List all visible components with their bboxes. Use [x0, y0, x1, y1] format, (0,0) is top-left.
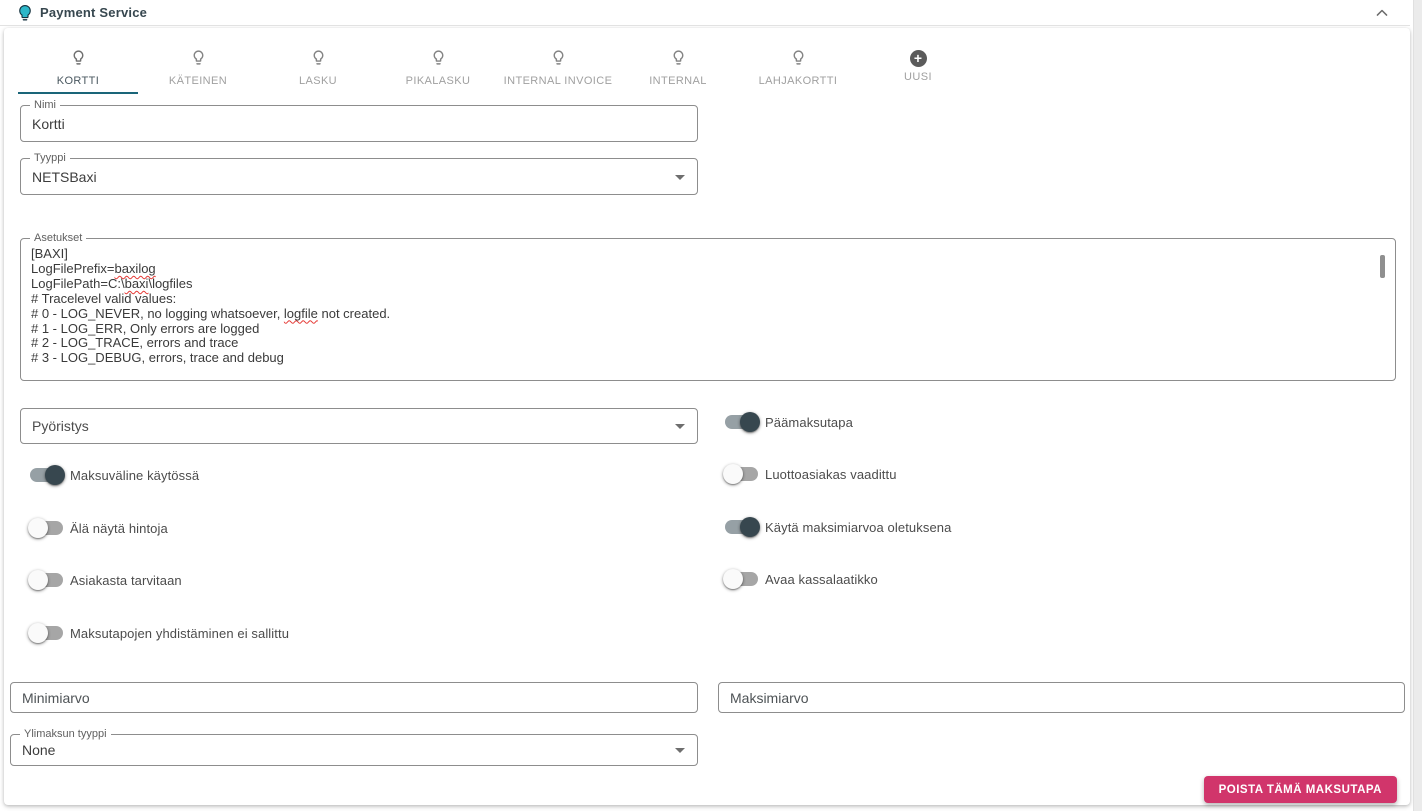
settings-text[interactable]: [BAXI] LogFilePrefix=baxilog LogFilePath…: [31, 247, 1375, 374]
lightbulb-icon: [16, 4, 34, 22]
tab-label: INTERNAL: [649, 75, 707, 87]
lightbulb-icon: [310, 49, 327, 71]
tab-label: LAHJAKORTTI: [758, 75, 838, 87]
pyoristys-select[interactable]: Pyöristys: [20, 408, 698, 444]
ylimaksun-tyyppi-label: Ylimaksun tyyppi: [20, 728, 111, 741]
plus-icon: [909, 50, 927, 67]
asetukset-label: Asetukset: [30, 232, 87, 245]
minimiarvo-field: [10, 682, 698, 713]
tyyppi-value: NETSBaxi: [32, 168, 97, 185]
tab-label: PIKALASKU: [405, 75, 471, 87]
toggle-label: Päämaksutapa: [765, 414, 853, 430]
toggle-label: Maksuväline käytössä: [70, 467, 200, 483]
toggle-label: Luottoasiakas vaadittu: [765, 466, 897, 482]
tab-label: INTERNAL INVOICE: [503, 75, 613, 87]
toggle-switch[interactable]: [28, 570, 63, 590]
toggle-switch[interactable]: [30, 465, 65, 485]
pyoristys-value: Pyöristys: [32, 418, 89, 434]
toggle-label: Käytä maksimiarvoa oletuksena: [765, 519, 952, 535]
toggle-kayta-maksimiarvoa: Käytä maksimiarvoa oletuksena: [725, 517, 951, 537]
tab-label: LASKU: [298, 75, 338, 87]
toggle-switch[interactable]: [723, 464, 758, 484]
toggle-avaa-kassalaatikko: Avaa kassalaatikko: [723, 569, 878, 589]
maksimiarvo-input[interactable]: [719, 683, 1404, 712]
toggle-paamaksutapa: Päämaksutapa: [725, 412, 853, 432]
nimi-label: Nimi: [30, 99, 60, 112]
toggle-label: Maksutapojen yhdistäminen ei sallittu: [70, 625, 290, 641]
page-title: Payment Service: [40, 5, 148, 20]
delete-payment-method-button[interactable]: POISTA TÄMÄ MAKSUTAPA: [1203, 776, 1397, 803]
lightbulb-icon: [790, 49, 807, 71]
tab-uusi-add[interactable]: UUSI: [858, 44, 978, 94]
tab-kateinen[interactable]: KÄTEINEN: [138, 44, 258, 94]
payment-service-header: Payment Service: [0, 0, 1410, 26]
toggle-maksuvaline-kaytossa: Maksuväline käytössä: [30, 465, 199, 485]
lightbulb-icon: [190, 49, 207, 71]
toggle-asiakasta-tarvitaan: Asiakasta tarvitaan: [28, 570, 182, 590]
toggle-switch[interactable]: [725, 412, 760, 432]
tab-internal[interactable]: INTERNAL: [618, 44, 738, 94]
asetukset-field: Asetukset [BAXI] LogFilePrefix=baxilog L…: [20, 232, 1396, 381]
tab-label: KORTTI: [56, 75, 100, 87]
ylimaksun-tyyppi-value: None: [22, 742, 56, 758]
payment-method-panel: KORTTI KÄTEINEN LASKU PIKALASKU INTERNAL…: [4, 28, 1410, 805]
tab-lahjakortti[interactable]: LAHJAKORTTI: [738, 44, 858, 94]
ylimaksun-tyyppi-select[interactable]: Ylimaksun tyyppi None: [10, 728, 698, 766]
maksimiarvo-field: [718, 682, 1405, 713]
page-scrollbar[interactable]: [1413, 0, 1422, 811]
nimi-input[interactable]: [21, 106, 697, 141]
nimi-field: Nimi: [20, 99, 698, 142]
tab-label: UUSI: [904, 71, 932, 83]
toggle-label: Älä näytä hintoja: [70, 520, 168, 536]
toggle-switch[interactable]: [725, 517, 760, 537]
toggle-ala-nayta-hintoja: Älä näytä hintoja: [28, 518, 168, 538]
textarea-scrollbar[interactable]: [1380, 255, 1385, 278]
tab-internal-invoice[interactable]: INTERNAL INVOICE: [498, 44, 618, 94]
tab-pikalasku[interactable]: PIKALASKU: [378, 44, 498, 94]
tab-lasku[interactable]: LASKU: [258, 44, 378, 94]
dropdown-arrow-icon: [675, 748, 685, 753]
toggle-switch[interactable]: [28, 623, 63, 643]
toggle-label: Asiakasta tarvitaan: [70, 572, 182, 588]
tab-kortti[interactable]: KORTTI: [18, 44, 138, 94]
toggle-switch[interactable]: [723, 569, 758, 589]
lightbulb-icon: [670, 49, 687, 71]
lightbulb-icon: [430, 49, 447, 71]
toggle-label: Avaa kassalaatikko: [765, 571, 878, 587]
chevron-up-icon[interactable]: [1372, 3, 1392, 23]
toggle-maksutapojen-yhdistaminen: Maksutapojen yhdistäminen ei sallittu: [28, 623, 290, 643]
dropdown-arrow-icon: [675, 174, 685, 180]
tyyppi-select[interactable]: Tyyppi NETSBaxi: [20, 152, 698, 195]
lightbulb-icon: [70, 49, 87, 71]
minimiarvo-input[interactable]: [11, 683, 697, 712]
tyyppi-label: Tyyppi: [30, 152, 70, 165]
lightbulb-icon: [550, 49, 567, 71]
dropdown-arrow-icon: [675, 424, 685, 429]
toggle-luottoasiakas-vaadittu: Luottoasiakas vaadittu: [723, 464, 897, 484]
payment-method-tabs: KORTTI KÄTEINEN LASKU PIKALASKU INTERNAL…: [18, 44, 978, 94]
toggle-switch[interactable]: [28, 518, 63, 538]
tab-label: KÄTEINEN: [168, 75, 228, 87]
